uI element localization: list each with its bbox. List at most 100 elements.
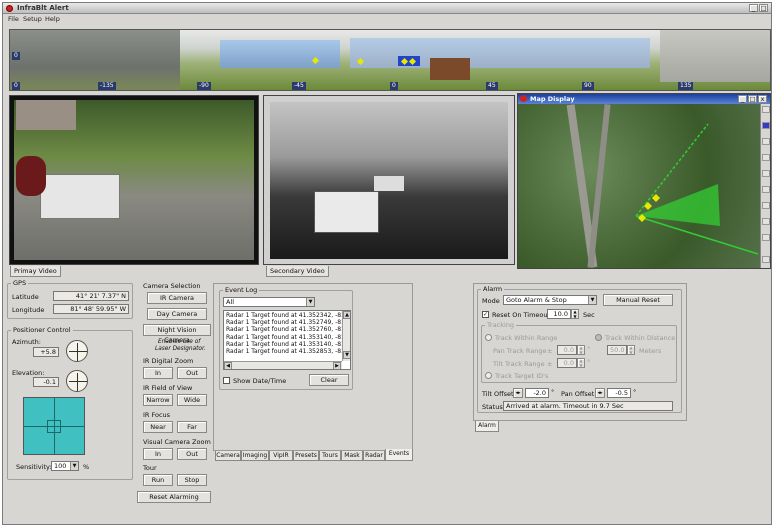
tilt-offset-field[interactable]: -2.0 [525, 388, 549, 398]
tab-alarm[interactable]: Alarm [475, 421, 499, 432]
panorama-strip[interactable]: 0 0 -135 -90 -45 0 45 90 135 [9, 29, 771, 91]
tilt-range-spinner-icon[interactable]: ▲ ▼ [577, 358, 585, 368]
ir-fov-narrow-button[interactable]: Narrow [143, 394, 173, 406]
map-measure-icon[interactable] [762, 170, 770, 177]
track-target-ids-label: Track Target ID's [495, 372, 549, 380]
night-vision-camera-button[interactable]: Night Vision Camera [143, 324, 211, 344]
tour-run-button[interactable]: Run [143, 474, 173, 486]
secondary-video-pane[interactable] [263, 95, 515, 265]
map-layers-icon[interactable] [762, 186, 770, 193]
tab-mask[interactable]: Mask [341, 451, 363, 461]
ir-zoom-out-button[interactable]: Out [177, 367, 207, 379]
menu-file[interactable]: File [8, 15, 19, 23]
joystick-pad[interactable] [23, 397, 85, 455]
tab-events[interactable]: Events [385, 449, 413, 461]
tab-vipir[interactable]: VipIR [269, 451, 293, 461]
map-print-icon[interactable] [762, 234, 770, 241]
event-log-vscrollbar[interactable]: ▲ ▼ [342, 311, 350, 361]
pan-offset-degree: ° [633, 388, 637, 396]
elevation-label: Elevation: [12, 369, 45, 377]
map-grid-icon[interactable] [762, 218, 770, 225]
menu-help[interactable]: Help [45, 15, 60, 23]
visual-zoom-title: Visual Camera Zoom [141, 438, 213, 446]
azimuth-dial-icon[interactable] [66, 340, 88, 362]
list-item[interactable]: Radar 1 Target found at 41.353140, -81.8… [226, 334, 342, 341]
map-close-button[interactable]: x [758, 95, 767, 103]
map-zoom-in-icon[interactable] [762, 138, 770, 145]
event-log-hscrollbar[interactable]: ◀ ▶ [224, 361, 342, 369]
pan-range-spinner-icon[interactable]: ▲ ▼ [577, 345, 585, 355]
tilt-plus-minus: ± [547, 360, 553, 368]
tab-imaging[interactable]: Imaging [241, 451, 269, 461]
timeout-spinner-icon[interactable]: ▲ ▼ [571, 309, 579, 319]
map-zoom-out-icon[interactable] [762, 154, 770, 161]
map-minimize-button[interactable]: _ [738, 95, 747, 103]
track-target-ids-radio[interactable] [485, 372, 492, 379]
map-satellite-view[interactable] [518, 104, 760, 268]
tilt-track-range-label: Tilt Track Range [493, 360, 545, 368]
scroll-down-icon[interactable]: ▼ [343, 351, 350, 359]
tilt-offset-left-icon[interactable]: ◂▸ [513, 388, 523, 398]
reset-alarming-button[interactable]: Reset Alarming [137, 491, 211, 503]
maximize-button[interactable]: □ [759, 4, 768, 12]
day-camera-button[interactable]: Day Camera [147, 308, 207, 320]
laser-note-line2: Laser Designator. [155, 346, 206, 352]
visual-zoom-in-button[interactable]: In [143, 448, 173, 460]
map-display-pane[interactable]: Map Display _ □ x [517, 93, 771, 269]
minimize-button[interactable]: _ [749, 4, 758, 12]
map-pan-icon[interactable] [762, 106, 770, 113]
manual-reset-button[interactable]: Manual Reset [603, 294, 673, 306]
map-maximize-button[interactable]: □ [748, 95, 757, 103]
pan-track-range-field[interactable]: 0.0 [557, 345, 577, 355]
distance-field[interactable]: 50.0 [607, 345, 627, 355]
tab-radar[interactable]: Radar [363, 451, 385, 461]
visual-zoom-out-button[interactable]: Out [177, 448, 207, 460]
ir-focus-near-button[interactable]: Near [143, 421, 173, 433]
tab-secondary-video[interactable]: Secondary Video [266, 266, 329, 277]
alarm-mode-select[interactable]: Goto Alarm & Stop ▼ [503, 295, 597, 305]
status-label: Status [482, 403, 503, 411]
pano-tick-left: 0 [12, 52, 20, 60]
positioner-title: Positioner Control [11, 326, 73, 334]
tab-presets[interactable]: Presets [293, 451, 319, 461]
map-ruler-icon[interactable] [762, 202, 770, 209]
list-item[interactable]: Radar 1 Target found at 41.352853, -81.8… [226, 348, 342, 355]
latitude-label: Latitude [12, 293, 39, 301]
track-within-distance-radio[interactable] [595, 334, 602, 341]
reset-on-timeout-checkbox[interactable]: ✓ [482, 311, 489, 318]
pano-building-left [10, 30, 180, 90]
ir-zoom-in-button[interactable]: In [143, 367, 173, 379]
list-item[interactable]: Radar 1 Target found at 41.352760, -81.8… [226, 326, 342, 333]
event-log-list[interactable]: Radar 1 Target found at 41.352342, -81.8… [223, 310, 351, 370]
thermal-car [374, 176, 404, 191]
sensitivity-select[interactable]: 100 ▼ [51, 461, 79, 471]
ir-focus-far-button[interactable]: Far [177, 421, 207, 433]
show-date-checkbox[interactable] [223, 377, 230, 384]
scroll-up-icon[interactable]: ▲ [343, 311, 350, 319]
tab-tours[interactable]: Tours [319, 451, 341, 461]
timeout-field[interactable]: 10.0 [547, 309, 571, 319]
distance-spinner-icon[interactable]: ▲ ▼ [627, 345, 635, 355]
ir-fov-wide-button[interactable]: Wide [177, 394, 207, 406]
elevation-dial-icon[interactable] [66, 370, 88, 392]
scroll-right-icon[interactable]: ▶ [333, 362, 341, 369]
pan-offset-left-icon[interactable]: ◂▸ [595, 388, 605, 398]
menu-setup[interactable]: Setup [23, 15, 42, 23]
track-within-range-radio[interactable] [485, 334, 492, 341]
primary-video-pane[interactable] [9, 95, 259, 265]
event-filter-select[interactable]: All ▼ [223, 297, 315, 307]
tour-stop-button[interactable]: Stop [177, 474, 207, 486]
pan-offset-field[interactable]: -0.5 [607, 388, 631, 398]
tab-camera[interactable]: Camera [215, 451, 241, 461]
list-item[interactable]: Radar 1 Target found at 41.353140, -81.8… [226, 341, 342, 348]
map-resize-icon[interactable] [762, 256, 770, 263]
tab-primary-video[interactable]: Primay Video [10, 266, 61, 277]
scroll-left-icon[interactable]: ◀ [224, 362, 232, 369]
map-select-icon[interactable] [762, 122, 770, 129]
tilt-offset-degree: ° [551, 388, 555, 396]
ir-camera-button[interactable]: IR Camera [147, 292, 207, 304]
list-item[interactable]: Radar 1 Target found at 41.352749, -81.8… [226, 319, 342, 326]
clear-log-button[interactable]: Clear [309, 374, 349, 386]
list-item[interactable]: Radar 1 Target found at 41.352342, -81.8… [226, 312, 342, 319]
tilt-track-range-field[interactable]: 0.0 [557, 358, 577, 368]
